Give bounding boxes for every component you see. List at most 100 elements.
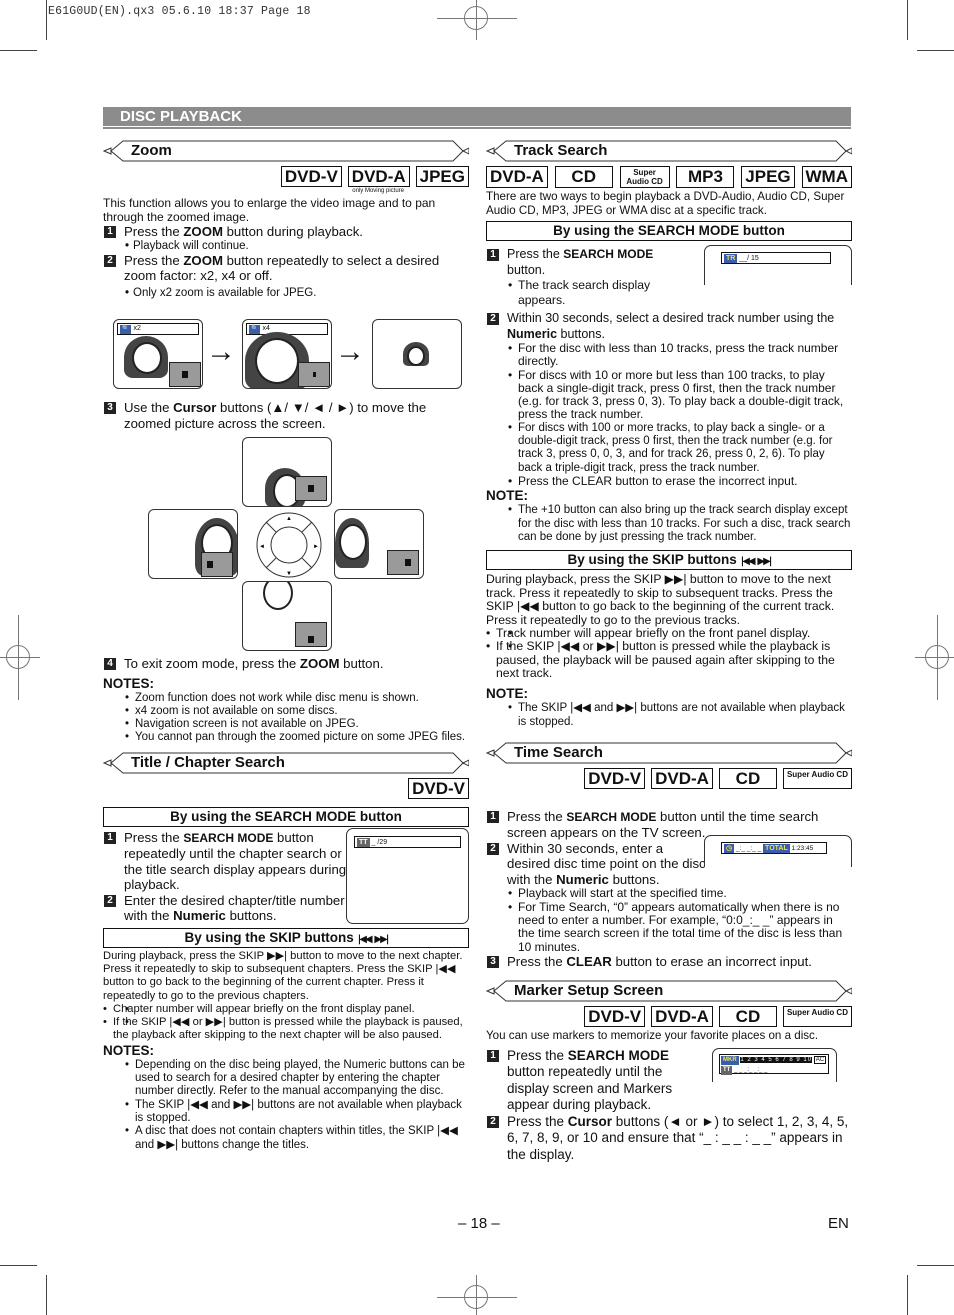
step-number-icon: 2 bbox=[487, 1115, 499, 1128]
pan-left-image bbox=[148, 509, 238, 579]
crop-mark bbox=[46, 1275, 47, 1315]
text: If the SKIP |◀◀ or ▶▶| button is pressed… bbox=[113, 1016, 463, 1042]
zoom-x2-screen-image: 🔍 x2 bbox=[113, 319, 203, 389]
badge-wma: WMA bbox=[801, 166, 852, 188]
step-number-icon: 1 bbox=[104, 831, 116, 844]
marker-numbers: 1 2 3 4 5 6 7 8 9 10 bbox=[740, 1056, 813, 1063]
osd-time: _:_ _:_ _ bbox=[735, 844, 762, 852]
button-name: Numeric bbox=[173, 908, 226, 924]
zoom-osd-icon: 🔍 bbox=[120, 325, 132, 334]
button-name: CLEAR bbox=[566, 953, 612, 969]
title-search-mode-subheading: By using the SEARCH MODE button bbox=[103, 806, 469, 827]
track-disc-badges: DVD-A CD Super Audio CD MP3 JPEG WMA bbox=[486, 166, 852, 188]
badge-cd: CD bbox=[718, 767, 777, 789]
text: button repeatedly until the display scre… bbox=[507, 1064, 673, 1113]
registration-line bbox=[915, 657, 954, 658]
step-number-icon: 2 bbox=[104, 254, 116, 267]
print-slug: E61G0UD(EN).qx3 05.6.10 18:37 Page 18 bbox=[48, 5, 311, 18]
button-name: ZOOM bbox=[183, 252, 223, 268]
language-code: EN bbox=[828, 1215, 849, 1232]
crop-mark bbox=[46, 0, 47, 40]
registration-line bbox=[437, 1297, 517, 1298]
badge-dvd-v: DVD-V bbox=[584, 767, 646, 789]
marker-step-1: 1 Press the SEARCH MODE button repeatedly… bbox=[486, 1048, 696, 1114]
section-header-bar: DISC PLAYBACK bbox=[103, 107, 851, 129]
osd-value: _ /29 bbox=[371, 838, 388, 846]
text: Press the bbox=[507, 1047, 568, 1063]
text: button. bbox=[507, 262, 546, 277]
step-number-icon: 2 bbox=[487, 842, 499, 855]
track-skip-paragraph: During playback, press the SKIP ▶▶| butt… bbox=[486, 572, 835, 627]
button-name: SEARCH MODE bbox=[563, 247, 654, 261]
time-steps: 1 Press the SEARCH MODE button until the … bbox=[486, 809, 852, 888]
track-step-1: 1 Press the SEARCH MODE button. bbox=[486, 247, 681, 278]
time-step-3: 3 Press the CLEAR button to erase an inco… bbox=[486, 954, 852, 970]
left-column: Zoom DVD-V DVD-A JPEG only Moving pictur… bbox=[103, 140, 469, 300]
marker-setup-heading: Marker Setup Screen bbox=[486, 980, 852, 1002]
right-column: Track Search DVD-A CD Super Audio CD MP3… bbox=[486, 140, 852, 1163]
arrow-right-icon: → bbox=[335, 335, 365, 368]
crop-mark bbox=[0, 50, 37, 51]
button-name: Numeric bbox=[507, 326, 558, 341]
title-skip-bullet: •Chapter number will appear briefly on t… bbox=[103, 1003, 469, 1017]
track-step-2-bullet: For discs with 100 or more tracks, to pl… bbox=[486, 422, 852, 475]
title-note: A disc that does not contain chapters wi… bbox=[103, 1125, 469, 1152]
registration-line bbox=[937, 615, 938, 700]
track-step-1-block: 1 Press the SEARCH MODE button. The track… bbox=[486, 245, 852, 311]
zoom-factor: x4 bbox=[262, 325, 270, 332]
illustration bbox=[407, 346, 425, 366]
marker-disc-badges: DVD-V DVD-A CD Super Audio CD bbox=[486, 1006, 852, 1028]
svg-text:►: ► bbox=[313, 544, 319, 550]
step-number-icon: 1 bbox=[487, 810, 499, 823]
marker-ac: AC bbox=[813, 1055, 827, 1064]
text: Use the bbox=[124, 400, 174, 415]
text: Press the bbox=[507, 1113, 568, 1129]
title-chapter-title: Title / Chapter Search bbox=[131, 753, 285, 771]
svg-text:▲: ▲ bbox=[286, 516, 292, 522]
zoom-step-4: 4 To exit zoom mode, press the ZOOM butto… bbox=[103, 656, 469, 672]
text: buttons. bbox=[225, 908, 277, 924]
badge-dvd-a: DVD-A bbox=[651, 1006, 713, 1028]
title-search-steps: 1 Press the SEARCH MODE button repeatedly… bbox=[103, 827, 469, 928]
text: button to erase an incorrect input. bbox=[611, 953, 812, 969]
badge-dvd-a: DVD-A bbox=[347, 166, 410, 187]
title-search-tv-screen: TT _ /29 bbox=[346, 827, 469, 924]
text: Press the bbox=[124, 252, 184, 268]
button-name: Cursor bbox=[567, 1113, 613, 1129]
track-step-1-bullet: The track search display appears. bbox=[486, 278, 681, 308]
navigation-window bbox=[295, 476, 327, 501]
badge-cd: CD bbox=[718, 1006, 777, 1028]
illustration bbox=[132, 342, 162, 374]
zoom-title: Zoom bbox=[131, 142, 172, 159]
title-chapter-badges: DVD-V bbox=[103, 777, 469, 799]
time-step-2: 2 Within 30 seconds, enter a desired disc… bbox=[486, 841, 706, 888]
osd-tag: TT bbox=[357, 837, 370, 847]
text: button. bbox=[339, 656, 384, 671]
badge-dvd-v: DVD-V bbox=[408, 777, 469, 799]
zoom-disc-badges: DVD-V DVD-A JPEG bbox=[103, 166, 469, 187]
step-number-icon: 4 bbox=[104, 658, 116, 670]
button-name: Cursor bbox=[173, 400, 217, 415]
zoom-note: x4 zoom is not available on some discs. bbox=[103, 705, 469, 719]
text: If the SKIP |◀◀ or ▶▶| button is pressed… bbox=[496, 639, 835, 681]
marker-setup-title: Marker Setup Screen bbox=[514, 982, 664, 1000]
skip-back-icon: |◀◀ bbox=[740, 556, 756, 568]
zoom-heading: Zoom bbox=[103, 140, 469, 162]
text: Press the bbox=[507, 247, 564, 261]
divider bbox=[103, 127, 851, 129]
step-number-icon: 1 bbox=[487, 249, 499, 261]
pan-right-image bbox=[334, 509, 424, 579]
title-search-osd: TT _ /29 bbox=[354, 835, 461, 848]
navigation-window bbox=[298, 362, 330, 387]
zoom-x4-screen-image: 🔍 x4 bbox=[242, 319, 332, 389]
title-skip-subheading: By using the SKIP buttons |◀◀ ▶▶| bbox=[103, 927, 469, 948]
badge-dvd-a: DVD-A bbox=[651, 767, 713, 789]
title-note: Depending on the disc being played, the … bbox=[103, 1059, 469, 1099]
zoom-step-2: 2 Press the ZOOM button repeatedly to sel… bbox=[103, 253, 469, 284]
track-skip-subheading: By using the SKIP buttons |◀◀ ▶▶| bbox=[486, 550, 852, 571]
crop-mark bbox=[907, 1275, 908, 1315]
time-search-heading: Time Search bbox=[486, 742, 852, 764]
button-name: SEARCH MODE bbox=[567, 1047, 670, 1063]
section-title: DISC PLAYBACK bbox=[120, 108, 242, 125]
time-bullet: For Time Search, “0” appears automatical… bbox=[486, 900, 852, 954]
